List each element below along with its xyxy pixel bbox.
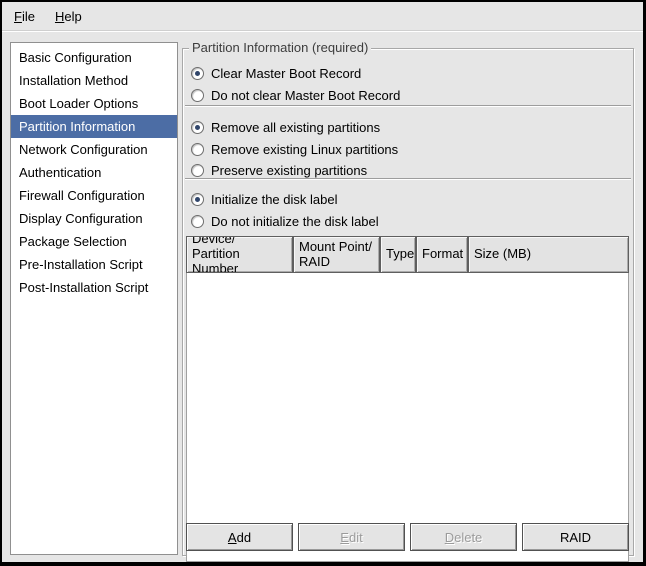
sidebar-item-installation-method[interactable]: Installation Method	[11, 69, 177, 92]
radio-option-do-not-clear-mbr[interactable]: Do not clear Master Boot Record	[191, 86, 629, 104]
partition-information-groupbox: Partition Information (required) Clear M…	[182, 48, 634, 556]
radio-option-label: Remove existing Linux partitions	[211, 142, 398, 157]
sidebar-item-network-configuration[interactable]: Network Configuration	[11, 138, 177, 161]
radio-button-icon[interactable]	[191, 121, 204, 134]
add-button[interactable]: Add	[186, 523, 293, 551]
sidebar-item-package-selection[interactable]: Package Selection	[11, 230, 177, 253]
column-header-type[interactable]: Type	[380, 236, 416, 273]
groupbox-title: Partition Information (required)	[189, 40, 371, 55]
separator	[185, 105, 631, 107]
sidebar-item-partition-information[interactable]: Partition Information	[11, 115, 177, 138]
radio-option-label: Preserve existing partitions	[211, 163, 367, 178]
separator	[185, 178, 631, 180]
radio-button-icon[interactable]	[191, 89, 204, 102]
delete-button[interactable]: Delete	[410, 523, 517, 551]
radio-button-icon[interactable]	[191, 143, 204, 156]
sidebar-item-basic-configuration[interactable]: Basic Configuration	[11, 46, 177, 69]
column-header-device-partition-number[interactable]: Device/ Partition Number	[186, 236, 293, 273]
radio-option-label: Remove all existing partitions	[211, 120, 380, 135]
radio-option-do-not-initialize-disk-label[interactable]: Do not initialize the disk label	[191, 212, 629, 230]
radio-option-clear-mbr[interactable]: Clear Master Boot Record	[191, 64, 629, 82]
configuration-section-list[interactable]: Basic Configuration Installation Method …	[10, 42, 178, 555]
sidebar-item-display-configuration[interactable]: Display Configuration	[11, 207, 177, 230]
edit-button[interactable]: Edit	[298, 523, 405, 551]
radio-option-remove-linux-partitions[interactable]: Remove existing Linux partitions	[191, 140, 629, 158]
radio-option-label: Do not initialize the disk label	[211, 214, 379, 229]
sidebar-item-post-installation-script[interactable]: Post-Installation Script	[11, 276, 177, 299]
radio-option-initialize-disk-label[interactable]: Initialize the disk label	[191, 190, 629, 208]
column-header-mount-point-raid[interactable]: Mount Point/ RAID	[293, 236, 380, 273]
raid-button[interactable]: RAID	[522, 523, 629, 551]
menu-file[interactable]: File	[4, 6, 45, 27]
kickstart-configurator-window: File Help Basic Configuration Installati…	[0, 0, 646, 566]
radio-button-icon[interactable]	[191, 193, 204, 206]
radio-button-icon[interactable]	[191, 215, 204, 228]
radio-option-label: Do not clear Master Boot Record	[211, 88, 400, 103]
partition-action-buttons: Add Edit Delete RAID	[186, 523, 629, 551]
column-header-size-mb[interactable]: Size (MB)	[468, 236, 629, 273]
partition-table-body[interactable]	[186, 273, 629, 562]
sidebar-item-authentication[interactable]: Authentication	[11, 161, 177, 184]
column-header-format[interactable]: Format	[416, 236, 468, 273]
radio-option-remove-all-partitions[interactable]: Remove all existing partitions	[191, 118, 629, 136]
partition-table-header: Device/ Partition Number Mount Point/ RA…	[186, 236, 629, 273]
radio-button-icon[interactable]	[191, 67, 204, 80]
menu-help[interactable]: Help	[45, 6, 92, 27]
radio-button-icon[interactable]	[191, 164, 204, 177]
radio-option-preserve-partitions[interactable]: Preserve existing partitions	[191, 161, 629, 179]
menubar: File Help	[2, 2, 643, 31]
sidebar-item-pre-installation-script[interactable]: Pre-Installation Script	[11, 253, 177, 276]
radio-option-label: Initialize the disk label	[211, 192, 337, 207]
sidebar-item-firewall-configuration[interactable]: Firewall Configuration	[11, 184, 177, 207]
sidebar-item-boot-loader-options[interactable]: Boot Loader Options	[11, 92, 177, 115]
radio-option-label: Clear Master Boot Record	[211, 66, 361, 81]
